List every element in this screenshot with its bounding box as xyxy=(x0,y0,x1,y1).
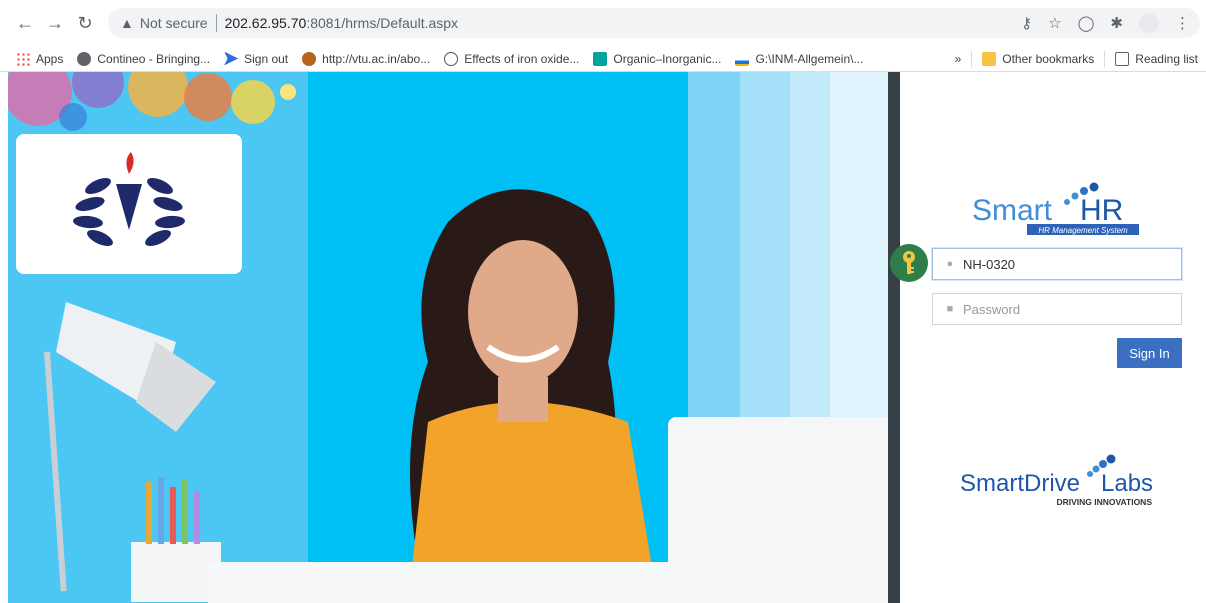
apps-grid-icon xyxy=(16,51,30,66)
svg-text:HR Management System: HR Management System xyxy=(1038,226,1128,235)
svg-text:Smart: Smart xyxy=(972,194,1053,227)
smarthr-logo: Smart HR HR Management System xyxy=(972,182,1142,242)
svg-text:SmartDrive: SmartDrive xyxy=(960,470,1080,497)
key-badge-icon xyxy=(890,244,928,282)
menu-dots-icon[interactable]: ⋮ xyxy=(1175,14,1190,32)
science-favicon-icon xyxy=(444,51,459,66)
bookmark-apps[interactable]: Apps xyxy=(16,51,63,66)
svg-text:DRIVING INNOVATIONS: DRIVING INNOVATIONS xyxy=(1056,497,1152,507)
smartdrive-labs-logo-mark: SmartDrive Labs DRIVING INNOVATIONS xyxy=(960,454,1153,507)
username-input[interactable] xyxy=(963,256,1163,272)
star-icon[interactable]: ☆ xyxy=(1048,14,1061,32)
desk-surface xyxy=(208,562,888,603)
address-bar[interactable]: ▲ Not secure 202.62.95.70:8081/hrms/Defa… xyxy=(108,8,1200,38)
svg-text:HR: HR xyxy=(1080,194,1123,227)
site-favicon-icon xyxy=(302,51,317,66)
institution-logo-card xyxy=(16,134,242,274)
url-path: :8081/hrms/Default.aspx xyxy=(306,15,459,31)
password-input[interactable] xyxy=(963,301,1163,317)
warning-triangle-icon: ▲ xyxy=(120,15,134,31)
svg-text:Labs: Labs xyxy=(1101,470,1153,497)
password-field[interactable]: ■ xyxy=(932,293,1182,325)
login-panel: Smart HR HR Management System ● NH-0320 … xyxy=(890,72,1206,603)
desk-lamp-illustration xyxy=(43,302,221,602)
puzzle-extensions-icon[interactable]: ✱ xyxy=(1110,14,1123,32)
bookmark-sign-out[interactable]: Sign out xyxy=(224,51,288,66)
bookmarks-separator-2 xyxy=(1104,51,1106,67)
security-label[interactable]: Not secure xyxy=(140,15,208,31)
file-icon xyxy=(735,51,750,66)
bookmarks-separator xyxy=(971,51,973,67)
bookmarks-right: » Other bookmarks Reading list xyxy=(955,46,1198,72)
other-bookmarks-button[interactable]: Other bookmarks xyxy=(1002,52,1094,66)
reading-list-button[interactable]: Reading list xyxy=(1135,52,1198,66)
key-icon xyxy=(903,251,915,274)
bookmark-inm-folder[interactable]: G:\INM-Allgemein\... xyxy=(735,51,863,66)
browser-toolbar: ← → ↻ ▲ Not secure 202.62.95.70:8081/hrm… xyxy=(0,0,1206,46)
address-separator xyxy=(215,14,217,32)
page-viewport: Smart HR HR Management System ● NH-0320 … xyxy=(0,72,1206,603)
bookmarks-bar: Apps Contineo - Bringing... Sign out htt… xyxy=(0,46,1206,72)
bookmarks-overflow-button[interactable]: » xyxy=(955,52,962,66)
reading-list-icon xyxy=(1115,52,1130,66)
woman-photo-illustration xyxy=(408,189,658,603)
globe-icon xyxy=(77,51,92,66)
opera-extension-icon[interactable]: ◯ xyxy=(1078,14,1095,32)
user-icon: ● xyxy=(946,258,954,270)
institution-emblem-icon xyxy=(73,152,185,247)
bookmark-iron-oxide[interactable]: Effects of iron oxide... xyxy=(444,51,579,66)
lock-icon: ■ xyxy=(946,303,954,315)
reload-icon[interactable]: ↻ xyxy=(72,10,98,36)
key-icon[interactable]: ⚷ xyxy=(1021,14,1032,32)
url-host: 202.62.95.70 xyxy=(224,15,307,31)
address-bar-actions: ⚷ ☆ ◯ ✱ ⋮ xyxy=(1021,8,1190,38)
sign-in-button[interactable]: Sign In xyxy=(1117,338,1182,368)
panel-divider xyxy=(888,72,900,603)
smartdrive-labs-logo: SmartDrive Labs DRIVING INNOVATIONS xyxy=(958,447,1158,517)
researchgate-icon xyxy=(593,51,608,66)
hero-banner xyxy=(8,72,888,603)
bookmark-contineo[interactable]: Contineo - Bringing... xyxy=(77,51,210,66)
profile-avatar[interactable] xyxy=(1139,13,1159,33)
smarthr-logo-mark: Smart HR HR Management System xyxy=(972,182,1139,235)
folder-icon xyxy=(982,52,997,66)
bookmark-organic-inorganic[interactable]: Organic–Inorganic... xyxy=(593,51,721,66)
back-arrow-icon[interactable]: ← xyxy=(12,10,38,36)
bookmark-vtu[interactable]: http://vtu.ac.in/abo... xyxy=(302,51,430,66)
username-field[interactable]: ● xyxy=(932,248,1182,280)
signout-arrow-icon xyxy=(224,51,239,66)
forward-arrow-icon[interactable]: → xyxy=(42,10,68,36)
